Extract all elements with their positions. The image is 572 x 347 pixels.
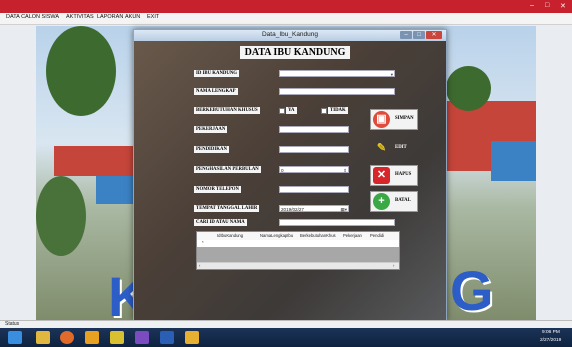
penghasilan-numeric-input[interactable]: 0 ⇕ <box>279 166 349 173</box>
radio-tidak-label: TIDAK <box>328 107 348 114</box>
menu-bar: DATA CALON SISWA AKTIVITAS LAPORAN AKUN … <box>0 13 572 25</box>
paint-icon[interactable] <box>185 331 199 344</box>
simpan-button[interactable]: ▣ SIMPAN <box>370 109 418 130</box>
tree <box>36 176 86 256</box>
data-grid[interactable]: IdIbuKandung NamaLengkapIbu Berkebutuhan… <box>196 231 400 270</box>
dialog-ibu-kandung: Data_Ibu_Kandung – □ ✕ DATA IBU KANDUNG … <box>133 29 447 321</box>
radio-ya-label: YA <box>286 107 297 114</box>
penghasilan-value: 0 <box>281 168 284 173</box>
save-icon: ▣ <box>373 111 390 128</box>
status-text: Status <box>5 321 20 327</box>
new-row-marker: * <box>202 240 204 245</box>
pendidikan-input[interactable] <box>279 146 349 153</box>
tanggal-value: 2019/02/27 <box>281 207 304 212</box>
start-icon[interactable] <box>8 331 22 344</box>
form-heading: DATA IBU KANDUNG <box>240 46 350 59</box>
building <box>54 146 144 176</box>
radio-ya[interactable] <box>279 108 285 114</box>
cari-input[interactable] <box>279 219 395 226</box>
scroll-left-icon[interactable]: ‹ <box>199 263 200 268</box>
dialog-minimize-button[interactable]: – <box>400 31 412 39</box>
taskbar-date: 2/27/2019 <box>540 338 562 343</box>
menu-data-calon-siswa[interactable]: DATA CALON SISWA <box>6 14 59 20</box>
label-id-ibu-kandung: ID IBU KANDUNG <box>194 70 240 77</box>
nama-lengkap-input[interactable] <box>279 88 395 95</box>
simpan-button-label: SIMPAN <box>395 116 414 121</box>
dialog-maximize-button[interactable]: □ <box>413 31 425 39</box>
batal-button[interactable]: + BATAL <box>370 191 418 212</box>
tanggal-lahir-datepicker[interactable]: 2019/02/27 ▦▾ <box>279 205 349 212</box>
grid-horizontal-scrollbar[interactable]: ‹ › <box>197 262 399 269</box>
maximize-button[interactable]: □ <box>545 2 549 9</box>
calendar-dropdown-icon[interactable]: ▦▾ <box>340 206 347 213</box>
grid-header: IdIbuKandung NamaLengkapIbu Berkebutuhan… <box>197 232 399 240</box>
app-icon[interactable] <box>85 331 99 344</box>
banner-letter-right: G <box>450 259 494 320</box>
building <box>491 141 536 181</box>
visual-studio-icon[interactable] <box>135 331 149 344</box>
delete-icon: ✕ <box>373 167 390 184</box>
menu-akun[interactable]: AKUN <box>125 14 140 20</box>
media-icon[interactable] <box>110 331 124 344</box>
hapus-button[interactable]: ✕ HAPUS <box>370 165 418 186</box>
close-button[interactable]: ✕ <box>560 2 566 10</box>
pencil-icon: ✎ <box>376 142 387 154</box>
batal-button-label: BATAL <box>395 198 411 203</box>
explorer-icon[interactable] <box>36 331 50 344</box>
label-berkebutuhan-khusus: BERKEBUTUHAN KHUSUS <box>194 107 260 114</box>
menu-aktivitas[interactable]: AKTIVITAS <box>66 14 94 20</box>
chevron-down-icon[interactable]: ▾ <box>391 71 393 78</box>
chrome-icon[interactable] <box>60 331 74 344</box>
spinner-icon[interactable]: ⇕ <box>343 167 347 174</box>
grid-column-header[interactable]: Pekerjaan <box>343 233 362 238</box>
grid-column-header[interactable]: NamaLengkapIbu <box>260 233 293 238</box>
radio-tidak[interactable] <box>321 108 327 114</box>
label-nomor-telepon: NOMOR TELEPON <box>194 186 241 193</box>
tree <box>46 26 116 116</box>
word-icon[interactable] <box>160 331 174 344</box>
edit-button[interactable]: ✎ EDIT <box>370 138 418 159</box>
nomor-telepon-input[interactable] <box>279 186 349 193</box>
pekerjaan-input[interactable] <box>279 126 349 133</box>
dialog-title-bar: Data_Ibu_Kandung – □ ✕ <box>134 30 446 41</box>
grid-column-header[interactable]: IdIbuKandung <box>217 233 243 238</box>
building <box>96 176 136 204</box>
tree <box>446 66 491 111</box>
label-pendidikan: PENDIDIKAN <box>194 146 229 153</box>
menu-exit[interactable]: EXIT <box>147 14 159 20</box>
minimize-button[interactable]: – <box>530 2 534 9</box>
plus-icon: + <box>373 193 390 210</box>
taskbar: 9:06 PM 2/27/2019 <box>0 328 572 347</box>
grid-column-header[interactable]: Pendidi <box>370 233 384 238</box>
scroll-right-icon[interactable]: › <box>393 263 394 268</box>
grid-new-row[interactable]: * <box>197 240 399 247</box>
edit-button-label: EDIT <box>395 145 407 150</box>
dialog-close-button[interactable]: ✕ <box>426 31 442 39</box>
label-penghasilan-perbulan: PENGHASILAN PERBULAN <box>194 166 261 173</box>
app-title-bar: – □ ✕ <box>0 0 572 13</box>
taskbar-time: 9:06 PM <box>542 330 560 335</box>
label-cari: CARI ID ATAU NAMA <box>194 219 247 226</box>
menu-laporan[interactable]: LAPORAN <box>97 14 123 20</box>
label-tempat-tanggal-lahir: TEMPAT TANGGAL LAHIR <box>194 205 260 212</box>
grid-column-header[interactable]: BerkebutuhanKhus <box>300 233 336 238</box>
hapus-button-label: HAPUS <box>395 172 412 177</box>
label-nama-lengkap: NAMA LENGKAP <box>194 88 238 95</box>
id-ibu-kandung-combobox[interactable]: ▾ <box>279 70 395 77</box>
label-pekerjaan: PEKERJAAN <box>194 126 228 133</box>
